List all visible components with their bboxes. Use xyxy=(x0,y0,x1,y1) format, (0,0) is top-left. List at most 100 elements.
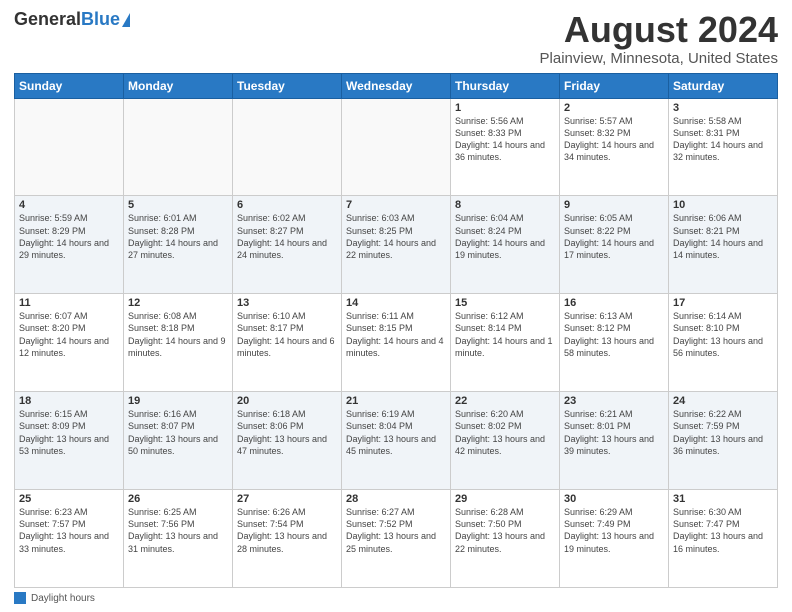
calendar-day-cell: 15Sunrise: 6:12 AM Sunset: 8:14 PM Dayli… xyxy=(451,294,560,392)
calendar-day-cell xyxy=(124,98,233,196)
day-number: 11 xyxy=(19,297,119,309)
day-number: 21 xyxy=(346,395,446,407)
day-number: 28 xyxy=(346,493,446,505)
day-info: Sunrise: 6:12 AM Sunset: 8:14 PM Dayligh… xyxy=(455,310,555,359)
calendar-day-cell: 13Sunrise: 6:10 AM Sunset: 8:17 PM Dayli… xyxy=(233,294,342,392)
calendar-day-cell xyxy=(342,98,451,196)
day-number: 15 xyxy=(455,297,555,309)
day-info: Sunrise: 6:03 AM Sunset: 8:25 PM Dayligh… xyxy=(346,212,446,261)
logo-general: General xyxy=(14,9,81,29)
day-info: Sunrise: 6:01 AM Sunset: 8:28 PM Dayligh… xyxy=(128,212,228,261)
day-number: 17 xyxy=(673,297,773,309)
calendar-day-cell: 7Sunrise: 6:03 AM Sunset: 8:25 PM Daylig… xyxy=(342,196,451,294)
day-info: Sunrise: 6:29 AM Sunset: 7:49 PM Dayligh… xyxy=(564,506,664,555)
day-info: Sunrise: 6:26 AM Sunset: 7:54 PM Dayligh… xyxy=(237,506,337,555)
calendar-day-cell: 31Sunrise: 6:30 AM Sunset: 7:47 PM Dayli… xyxy=(669,490,778,588)
calendar-header-saturday: Saturday xyxy=(669,73,778,98)
day-info: Sunrise: 6:16 AM Sunset: 8:07 PM Dayligh… xyxy=(128,408,228,457)
day-info: Sunrise: 6:02 AM Sunset: 8:27 PM Dayligh… xyxy=(237,212,337,261)
day-number: 31 xyxy=(673,493,773,505)
header: GeneralBlue August 2024 Plainview, Minne… xyxy=(14,10,778,67)
calendar-week-row: 25Sunrise: 6:23 AM Sunset: 7:57 PM Dayli… xyxy=(15,490,778,588)
calendar-week-row: 1Sunrise: 5:56 AM Sunset: 8:33 PM Daylig… xyxy=(15,98,778,196)
day-number: 3 xyxy=(673,102,773,114)
calendar-day-cell: 2Sunrise: 5:57 AM Sunset: 8:32 PM Daylig… xyxy=(560,98,669,196)
day-number: 27 xyxy=(237,493,337,505)
day-info: Sunrise: 6:14 AM Sunset: 8:10 PM Dayligh… xyxy=(673,310,773,359)
location-subtitle: Plainview, Minnesota, United States xyxy=(540,50,778,67)
day-info: Sunrise: 6:18 AM Sunset: 8:06 PM Dayligh… xyxy=(237,408,337,457)
calendar-week-row: 4Sunrise: 5:59 AM Sunset: 8:29 PM Daylig… xyxy=(15,196,778,294)
calendar-day-cell: 25Sunrise: 6:23 AM Sunset: 7:57 PM Dayli… xyxy=(15,490,124,588)
day-info: Sunrise: 6:22 AM Sunset: 7:59 PM Dayligh… xyxy=(673,408,773,457)
day-info: Sunrise: 6:23 AM Sunset: 7:57 PM Dayligh… xyxy=(19,506,119,555)
calendar-day-cell: 30Sunrise: 6:29 AM Sunset: 7:49 PM Dayli… xyxy=(560,490,669,588)
calendar-day-cell: 4Sunrise: 5:59 AM Sunset: 8:29 PM Daylig… xyxy=(15,196,124,294)
day-number: 30 xyxy=(564,493,664,505)
page: GeneralBlue August 2024 Plainview, Minne… xyxy=(0,0,792,612)
day-number: 16 xyxy=(564,297,664,309)
day-info: Sunrise: 6:28 AM Sunset: 7:50 PM Dayligh… xyxy=(455,506,555,555)
calendar-day-cell: 22Sunrise: 6:20 AM Sunset: 8:02 PM Dayli… xyxy=(451,392,560,490)
day-info: Sunrise: 6:11 AM Sunset: 8:15 PM Dayligh… xyxy=(346,310,446,359)
day-info: Sunrise: 6:13 AM Sunset: 8:12 PM Dayligh… xyxy=(564,310,664,359)
calendar-day-cell xyxy=(15,98,124,196)
calendar-day-cell: 21Sunrise: 6:19 AM Sunset: 8:04 PM Dayli… xyxy=(342,392,451,490)
calendar-header-friday: Friday xyxy=(560,73,669,98)
day-number: 1 xyxy=(455,102,555,114)
calendar-day-cell: 19Sunrise: 6:16 AM Sunset: 8:07 PM Dayli… xyxy=(124,392,233,490)
title-block: August 2024 Plainview, Minnesota, United… xyxy=(540,10,778,67)
calendar-week-row: 11Sunrise: 6:07 AM Sunset: 8:20 PM Dayli… xyxy=(15,294,778,392)
day-number: 6 xyxy=(237,199,337,211)
calendar-day-cell: 23Sunrise: 6:21 AM Sunset: 8:01 PM Dayli… xyxy=(560,392,669,490)
calendar-day-cell: 14Sunrise: 6:11 AM Sunset: 8:15 PM Dayli… xyxy=(342,294,451,392)
day-number: 19 xyxy=(128,395,228,407)
month-year-title: August 2024 xyxy=(540,10,778,50)
day-number: 8 xyxy=(455,199,555,211)
day-number: 22 xyxy=(455,395,555,407)
daylight-dot-icon xyxy=(14,592,26,604)
day-number: 26 xyxy=(128,493,228,505)
calendar-day-cell: 16Sunrise: 6:13 AM Sunset: 8:12 PM Dayli… xyxy=(560,294,669,392)
day-info: Sunrise: 6:15 AM Sunset: 8:09 PM Dayligh… xyxy=(19,408,119,457)
day-number: 13 xyxy=(237,297,337,309)
day-info: Sunrise: 6:30 AM Sunset: 7:47 PM Dayligh… xyxy=(673,506,773,555)
day-info: Sunrise: 6:27 AM Sunset: 7:52 PM Dayligh… xyxy=(346,506,446,555)
day-info: Sunrise: 6:08 AM Sunset: 8:18 PM Dayligh… xyxy=(128,310,228,359)
calendar-header-monday: Monday xyxy=(124,73,233,98)
logo-blue: Blue xyxy=(81,9,120,29)
calendar-day-cell: 3Sunrise: 5:58 AM Sunset: 8:31 PM Daylig… xyxy=(669,98,778,196)
day-number: 20 xyxy=(237,395,337,407)
calendar-header-sunday: Sunday xyxy=(15,73,124,98)
day-number: 12 xyxy=(128,297,228,309)
day-info: Sunrise: 6:06 AM Sunset: 8:21 PM Dayligh… xyxy=(673,212,773,261)
calendar-header-tuesday: Tuesday xyxy=(233,73,342,98)
logo: GeneralBlue xyxy=(14,10,130,30)
calendar-day-cell: 24Sunrise: 6:22 AM Sunset: 7:59 PM Dayli… xyxy=(669,392,778,490)
day-number: 23 xyxy=(564,395,664,407)
day-number: 14 xyxy=(346,297,446,309)
calendar-day-cell: 6Sunrise: 6:02 AM Sunset: 8:27 PM Daylig… xyxy=(233,196,342,294)
day-info: Sunrise: 6:05 AM Sunset: 8:22 PM Dayligh… xyxy=(564,212,664,261)
calendar-header-thursday: Thursday xyxy=(451,73,560,98)
day-info: Sunrise: 5:57 AM Sunset: 8:32 PM Dayligh… xyxy=(564,115,664,164)
footer: Daylight hours xyxy=(14,592,778,604)
day-info: Sunrise: 5:56 AM Sunset: 8:33 PM Dayligh… xyxy=(455,115,555,164)
calendar-day-cell: 29Sunrise: 6:28 AM Sunset: 7:50 PM Dayli… xyxy=(451,490,560,588)
calendar-table: SundayMondayTuesdayWednesdayThursdayFrid… xyxy=(14,73,778,588)
day-number: 10 xyxy=(673,199,773,211)
calendar-header-row: SundayMondayTuesdayWednesdayThursdayFrid… xyxy=(15,73,778,98)
day-info: Sunrise: 5:58 AM Sunset: 8:31 PM Dayligh… xyxy=(673,115,773,164)
calendar-day-cell: 1Sunrise: 5:56 AM Sunset: 8:33 PM Daylig… xyxy=(451,98,560,196)
calendar-day-cell: 26Sunrise: 6:25 AM Sunset: 7:56 PM Dayli… xyxy=(124,490,233,588)
calendar-day-cell: 27Sunrise: 6:26 AM Sunset: 7:54 PM Dayli… xyxy=(233,490,342,588)
day-number: 24 xyxy=(673,395,773,407)
day-info: Sunrise: 6:04 AM Sunset: 8:24 PM Dayligh… xyxy=(455,212,555,261)
day-number: 2 xyxy=(564,102,664,114)
calendar-day-cell: 11Sunrise: 6:07 AM Sunset: 8:20 PM Dayli… xyxy=(15,294,124,392)
day-info: Sunrise: 6:19 AM Sunset: 8:04 PM Dayligh… xyxy=(346,408,446,457)
calendar-week-row: 18Sunrise: 6:15 AM Sunset: 8:09 PM Dayli… xyxy=(15,392,778,490)
calendar-header-wednesday: Wednesday xyxy=(342,73,451,98)
day-number: 5 xyxy=(128,199,228,211)
day-number: 4 xyxy=(19,199,119,211)
